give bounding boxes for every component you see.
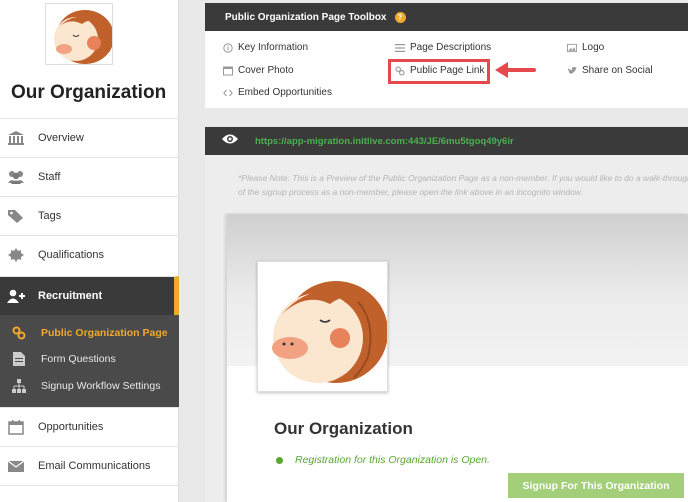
toolbox-header: Public Organization Page Toolbox ? (205, 3, 688, 31)
sidebar-item-label: Qualifications (38, 249, 105, 261)
cover-photo-label: Cover Photo (238, 65, 294, 76)
key-information-label: Key Information (238, 42, 309, 53)
sidebar-item-label: Tags (38, 210, 62, 222)
embed-opportunities-label: Embed Opportunities (238, 87, 332, 98)
help-icon[interactable]: ? (394, 11, 406, 23)
bank-icon (4, 129, 28, 147)
share-social-link[interactable]: Share on Social (567, 65, 653, 76)
twitter-icon (567, 66, 577, 76)
users-icon (4, 168, 28, 186)
registration-status-text: Registration for this Organization is Op… (295, 454, 490, 466)
public-page-preview-card: Our Organization Registration for this O… (227, 214, 688, 502)
subnav-item-label: Form Questions (41, 353, 116, 365)
arrow-left-icon (492, 60, 536, 85)
sidebar-item-label: Recruitment (38, 290, 103, 302)
signup-button[interactable]: Signup For This Organization (508, 473, 684, 498)
code-icon (223, 88, 233, 98)
subnav-item-label: Public Organization Page (41, 327, 168, 339)
sidebar-item-label: Overview (38, 132, 84, 144)
sidebar-item-qualifications[interactable]: Qualifications (0, 235, 179, 274)
registration-status: Registration for this Organization is Op… (276, 454, 490, 466)
page-descriptions-label: Page Descriptions (410, 42, 492, 53)
calendar-icon (4, 418, 28, 436)
subnav-item-signup-workflow[interactable]: Signup Workflow Settings (0, 374, 179, 398)
org-profile-picture (257, 261, 388, 392)
sidebar-item-opportunities[interactable]: Opportunities (0, 407, 179, 446)
sidebar-item-overview[interactable]: Overview (0, 118, 179, 157)
certificate-icon (4, 246, 28, 264)
logo-label: Logo (582, 42, 605, 53)
share-social-label: Share on Social (582, 65, 653, 76)
preview-org-title: Our Organization (274, 419, 413, 438)
user-plus-icon (4, 287, 28, 305)
toolbox-title: Public Organization Page Toolbox (225, 11, 387, 23)
sidebar: Our Organization Overview Staff Tags Qua… (0, 0, 179, 502)
public-page-url[interactable]: https://app-migration.initlive.com:443/J… (255, 136, 514, 147)
subnav-item-form-questions[interactable]: Form Questions (0, 347, 179, 371)
cover-photo-link[interactable]: Cover Photo (223, 65, 294, 76)
eye-icon (221, 132, 239, 150)
subnav-item-label: Signup Workflow Settings (41, 380, 161, 392)
subnav-item-public-org-page[interactable]: Public Organization Page (0, 321, 179, 345)
sidebar-item-tags[interactable]: Tags (0, 196, 179, 235)
sitemap-icon (11, 379, 27, 393)
list-icon (395, 43, 405, 53)
org-name: Our Organization (11, 82, 167, 103)
org-logo (45, 3, 113, 65)
sidebar-item-staff[interactable]: Staff (0, 157, 179, 196)
link-icon (11, 326, 27, 340)
sidebar-item-label: Opportunities (38, 421, 104, 433)
info-icon (223, 42, 233, 53)
recruitment-submenu: Public Organization Page Form Questions … (0, 315, 179, 407)
status-dot-icon (276, 456, 283, 464)
highlight-box (388, 59, 490, 84)
toolbox-panel: Public Organization Page Toolbox ? Key I… (205, 3, 688, 108)
photo-icon (223, 66, 233, 76)
sidebar-item-email[interactable]: Email Communications (0, 446, 179, 485)
sidebar-item-label: Staff (38, 171, 61, 183)
content-gutter (179, 0, 205, 502)
sidebar-item-recruitment[interactable]: Recruitment (0, 276, 179, 315)
tags-icon (4, 207, 28, 225)
preview-note: *Please Note: This is a Preview of the P… (238, 173, 688, 197)
envelope-icon (4, 457, 28, 475)
embed-opportunities-link[interactable]: Embed Opportunities (223, 87, 332, 98)
key-information-link[interactable]: Key Information (223, 42, 308, 53)
sidebar-item-label: Email Communications (38, 460, 151, 472)
sidebar-item-next[interactable] (0, 485, 179, 502)
document-icon (11, 352, 27, 366)
preview-url-bar: https://app-migration.initlive.com:443/J… (205, 127, 688, 155)
page-descriptions-link[interactable]: Page Descriptions (395, 42, 491, 53)
logo-link[interactable]: Logo (567, 42, 604, 53)
image-icon (567, 43, 577, 53)
